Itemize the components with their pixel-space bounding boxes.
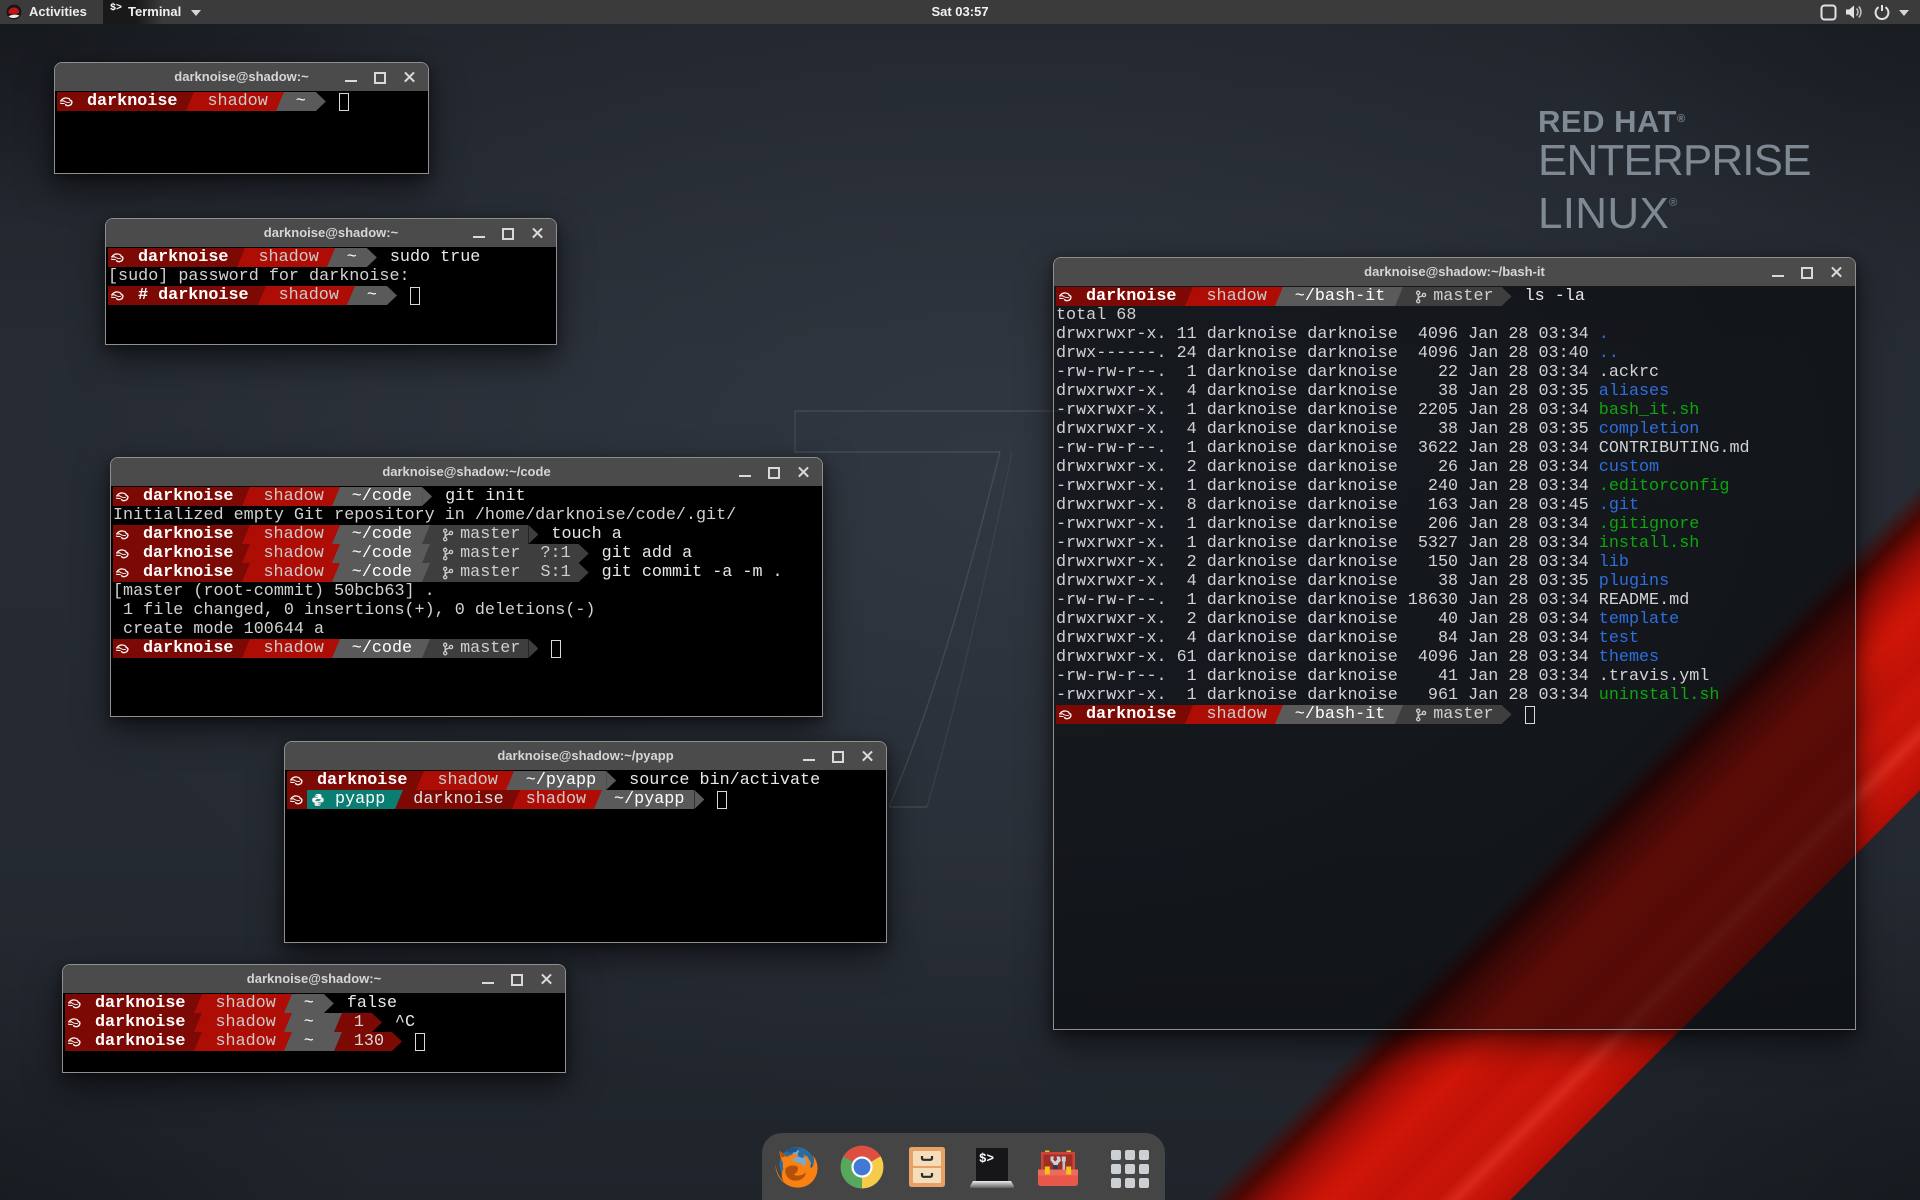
svg-text:$>: $>: [979, 1152, 994, 1166]
